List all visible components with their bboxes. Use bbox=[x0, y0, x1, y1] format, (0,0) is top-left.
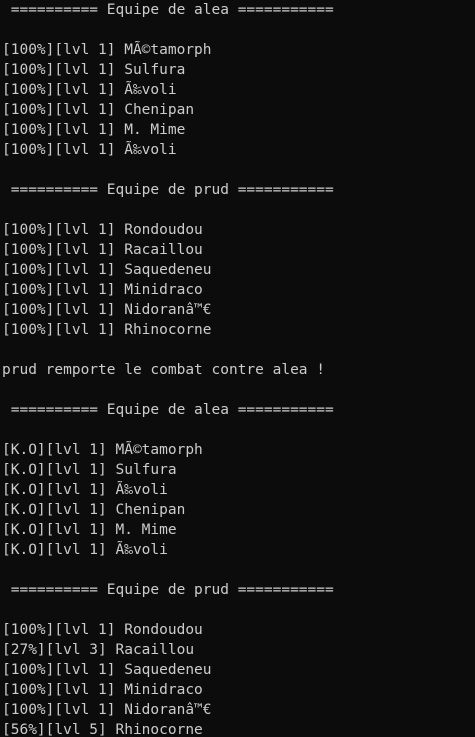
pokemon-line: [K.O][lvl 1] Ã‰voli bbox=[2, 542, 168, 558]
combat-result: prud remporte le combat contre alea ! bbox=[2, 362, 326, 378]
pokemon-line: [100%][lvl 1] Chenipan bbox=[2, 102, 195, 118]
pokemon-line: [K.O][lvl 1] M. Mime bbox=[2, 522, 177, 538]
pokemon-line: [100%][lvl 1] M. Mime bbox=[2, 122, 186, 138]
pokemon-line: [27%][lvl 3] Racaillou bbox=[2, 642, 195, 658]
pokemon-line: [K.O][lvl 1] MÃ©tamorph bbox=[2, 442, 203, 458]
pokemon-line: [100%][lvl 1] Minidraco bbox=[2, 282, 203, 298]
pokemon-line: [100%][lvl 1] Rondoudou bbox=[2, 222, 203, 238]
pokemon-line: [100%][lvl 1] Nidoranâ™€ bbox=[2, 302, 212, 318]
pokemon-line: [K.O][lvl 1] Chenipan bbox=[2, 502, 186, 518]
pokemon-line: [100%][lvl 1] Racaillou bbox=[2, 242, 203, 258]
pokemon-line: [100%][lvl 1] Saquedeneu bbox=[2, 662, 212, 678]
console-output[interactable]: ========== Equipe de alea =========== [1… bbox=[0, 0, 475, 737]
team-header-alea: ========== Equipe de alea =========== bbox=[2, 402, 334, 418]
pokemon-line: [100%][lvl 1] Rhinocorne bbox=[2, 322, 212, 338]
pokemon-line: [100%][lvl 1] Saquedeneu bbox=[2, 262, 212, 278]
pokemon-line: [100%][lvl 1] Ã‰voli bbox=[2, 82, 177, 98]
pokemon-line: [100%][lvl 1] Rondoudou bbox=[2, 622, 203, 638]
pokemon-line: [100%][lvl 1] MÃ©tamorph bbox=[2, 42, 212, 58]
pokemon-line: [100%][lvl 1] Sulfura bbox=[2, 62, 186, 78]
pokemon-line: [100%][lvl 1] Minidraco bbox=[2, 682, 203, 698]
team-header-prud: ========== Equipe de prud =========== bbox=[2, 582, 334, 598]
pokemon-line: [56%][lvl 5] Rhinocorne bbox=[2, 722, 203, 737]
pokemon-line: [100%][lvl 1] Ã‰voli bbox=[2, 142, 177, 158]
team-header-prud: ========== Equipe de prud =========== bbox=[2, 182, 334, 198]
pokemon-line: [K.O][lvl 1] Sulfura bbox=[2, 462, 177, 478]
team-header-alea: ========== Equipe de alea =========== bbox=[2, 2, 334, 18]
pokemon-line: [K.O][lvl 1] Ã‰voli bbox=[2, 482, 168, 498]
pokemon-line: [100%][lvl 1] Nidoranâ™€ bbox=[2, 702, 212, 718]
